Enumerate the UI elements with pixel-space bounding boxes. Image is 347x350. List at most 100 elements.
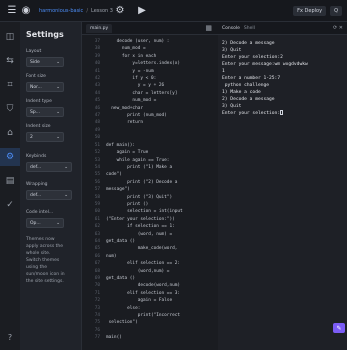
code-line[interactable]: 64 get_data ()	[84, 238, 216, 245]
layout-label: Layout	[26, 49, 42, 54]
console-tools-icons[interactable]: ⟳ ✕	[333, 25, 343, 31]
console-cursor[interactable]	[280, 110, 284, 115]
shield-icon[interactable]: ⛉	[0, 100, 20, 118]
share-icon[interactable]: ⇆	[0, 52, 20, 70]
code-line[interactable]: 59 print ()	[84, 201, 216, 208]
code-line[interactable]: 58 print ("3) Quit")	[84, 194, 216, 201]
code-line[interactable]: 60 selection = int(input	[84, 208, 216, 215]
code-intel-select[interactable]: Op... ⌄	[26, 218, 64, 228]
line-number: 60	[94, 209, 100, 215]
code-line[interactable]: 45 num_mod =	[84, 97, 216, 104]
font-size-select[interactable]: Nor... ⌄	[26, 82, 64, 92]
line-number: 72	[94, 298, 100, 304]
code-line[interactable]: 66 num)	[84, 253, 216, 260]
code-line[interactable]: 65 make_code(word,	[84, 245, 216, 252]
code-line[interactable]: 42 if y < 0:	[84, 75, 216, 82]
code-icon[interactable]: ⌗	[0, 76, 20, 94]
console-line: 1) Make a code	[222, 90, 261, 95]
share-button[interactable]: Q	[330, 5, 342, 16]
code-line[interactable]: 63 (word, num) =	[84, 231, 216, 238]
lock-icon[interactable]: ⌂	[0, 124, 20, 142]
line-number: 74	[94, 313, 100, 319]
code-line[interactable]: 77 main()	[84, 334, 216, 341]
code-line[interactable]: 47 print (num_mod)	[84, 112, 216, 119]
code-line[interactable]: 69 get_data ()	[84, 275, 216, 282]
code-line[interactable]: 43 y = y + 26	[84, 82, 216, 89]
code-text: (word, num) =	[106, 231, 173, 237]
code-line[interactable]: 44 char = letters[y]	[84, 90, 216, 97]
code-line[interactable]: 46 new_mod+char	[84, 105, 216, 112]
code-line[interactable]: 57 message")	[84, 186, 216, 193]
indent-size-value: 2	[30, 134, 33, 140]
code-line[interactable]: 48 return	[84, 119, 216, 126]
check-icon[interactable]: ✓	[0, 196, 20, 214]
keybinds-select[interactable]: def... ⌄	[26, 162, 72, 172]
code-line[interactable]: 70 decode(word,num)	[84, 282, 216, 289]
code-line[interactable]: 75 selection")	[84, 319, 216, 326]
replit-logo-icon[interactable]: ◉	[19, 4, 33, 18]
themes-hint: Themes now apply across the whole site. …	[26, 237, 65, 284]
keybinds-value: def...	[30, 164, 42, 170]
code-line[interactable]: 37 decode (user, num) :	[84, 38, 216, 45]
code-line[interactable]: 53 while again == True:	[84, 157, 216, 164]
code-area[interactable]: 37 decode (user, num) :38 num_mod = 39 fo…	[82, 35, 218, 345]
edit-fab-button[interactable]: ✎	[333, 323, 345, 333]
tab-console[interactable]: Console	[222, 26, 240, 31]
code-text: for x in each	[106, 53, 157, 59]
code-line[interactable]: 62 if selection == 1:	[84, 223, 216, 230]
help-icon[interactable]: ?	[0, 333, 20, 342]
code-text: decode (user, num) :	[106, 39, 170, 44]
font-size-label: Font size	[26, 74, 46, 79]
code-line[interactable]: 74 print("Incorrect	[84, 312, 216, 319]
code-line[interactable]: 71 elif selection == 3:	[84, 290, 216, 297]
code-line[interactable]: 68 (word,num) =	[84, 268, 216, 275]
database-icon[interactable]: ▤	[0, 172, 20, 190]
code-text: make_code(word,	[106, 246, 178, 252]
code-line[interactable]: 39 for x in each	[84, 53, 216, 60]
settings-icon[interactable]: ⚙	[0, 148, 20, 166]
code-line[interactable]: 52 again = True	[84, 149, 216, 156]
code-text: new_mod+char	[106, 105, 144, 111]
code-text: (word,num) =	[106, 268, 170, 274]
code-line[interactable]: 51 def main():	[84, 142, 216, 149]
code-line[interactable]: 76	[84, 327, 216, 334]
code-text: y=letters.index(x)	[106, 61, 181, 67]
indent-type-select[interactable]: Sp... ⌄	[26, 107, 64, 117]
code-line[interactable]: 67 elif selection == 2:	[84, 260, 216, 267]
code-line[interactable]: 72 again = False	[84, 297, 216, 304]
deploy-button[interactable]: Fx Deploy	[293, 5, 327, 16]
settings-gear-icon[interactable]: ⚙	[113, 4, 127, 18]
console-line: python challenge	[222, 83, 270, 88]
code-line[interactable]: 41 y = -num	[84, 68, 216, 75]
code-line[interactable]: 61 ("Enter your selection:"))	[84, 216, 216, 223]
code-intel-value: Op...	[30, 220, 41, 226]
code-line[interactable]: 56 print ("2) Decode a	[84, 179, 216, 186]
run-button[interactable]: ▶	[135, 4, 149, 18]
split-editor-icon[interactable]: ▦	[205, 24, 212, 32]
project-name[interactable]: harmonious-basic	[39, 8, 83, 14]
indent-size-select[interactable]: 2 ⌄	[26, 132, 64, 142]
code-text: message")	[106, 187, 130, 193]
code-line[interactable]: 38 num_mod =	[84, 45, 216, 52]
wrapping-select[interactable]: def... ⌄	[26, 190, 72, 200]
code-line[interactable]: 40 y=letters.index(x)	[84, 60, 216, 67]
code-line[interactable]: 49	[84, 127, 216, 134]
line-number: 41	[94, 68, 100, 74]
tab-shell[interactable]: Shell	[244, 26, 255, 31]
code-text: again = True	[106, 150, 149, 156]
code-line[interactable]: 50	[84, 134, 216, 141]
console-line: Enter your selection:	[222, 110, 343, 117]
code-line[interactable]: 73 else:	[84, 305, 216, 312]
code-text: print ("1) Make a	[106, 164, 173, 170]
code-editor[interactable]: main.py ▦ 37 decode (user, num) :38 num_…	[82, 22, 219, 350]
menu-icon[interactable]: ☰	[5, 4, 19, 18]
console-output[interactable]: 2) Decode a message 3) Quit Enter your sel…	[218, 35, 347, 122]
code-line[interactable]: 55 code")	[84, 171, 216, 178]
layout-select[interactable]: Side ⌄	[26, 57, 64, 67]
branch-name[interactable]: Lesson 3	[91, 8, 113, 14]
code-line[interactable]: 54 print ("1) Make a	[84, 164, 216, 171]
code-text: print("Incorrect	[106, 313, 181, 319]
console-line: 2) Decode a message	[222, 97, 275, 102]
file-tab-main[interactable]: main.py	[86, 23, 113, 33]
files-icon[interactable]: ◫	[0, 28, 20, 46]
